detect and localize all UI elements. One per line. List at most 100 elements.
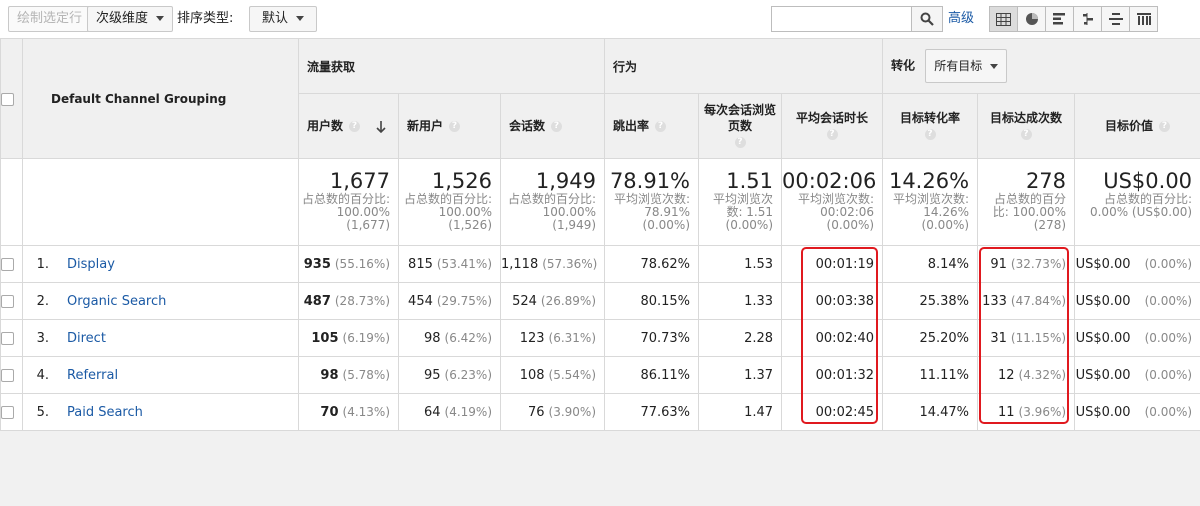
- value: 64: [423, 404, 441, 420]
- total-sub: 平均浏览次数: 1.51 (0.00%): [713, 192, 774, 232]
- cell-new-users: 98 (6.42%): [398, 319, 501, 357]
- view-switcher: [989, 6, 1158, 32]
- cell-sessions: 524 (26.89%): [499, 282, 606, 320]
- percent: (57.36%): [542, 256, 598, 271]
- total-value: 278: [1025, 169, 1067, 193]
- plot-rows-button[interactable]: 绘制选定行: [8, 6, 92, 32]
- total-bounce-rate: 78.91% 平均浏览次数: 78.91% (0.00%): [604, 158, 700, 246]
- value: 524: [512, 293, 537, 309]
- search-input[interactable]: [772, 7, 914, 30]
- value: US$0.00: [1075, 367, 1131, 383]
- help-icon[interactable]: ?: [655, 121, 667, 132]
- pie-view-icon: [1025, 13, 1038, 25]
- value: 815: [408, 256, 433, 272]
- cell-goal-conversion-rate: 25.38%: [882, 282, 979, 320]
- total-value: US$0.00: [1103, 169, 1193, 193]
- value: 487: [303, 293, 331, 309]
- col-header-avg-session-duration[interactable]: 平均会话时长?: [781, 93, 884, 159]
- table-view-icon: [996, 12, 1011, 26]
- row-checkbox[interactable]: [1, 405, 14, 419]
- cell-bounce-rate: 78.62%: [604, 245, 700, 283]
- total-goal-value: US$0.00 占总数的百分比: 0.00% (US$0.00): [1074, 158, 1200, 246]
- percent: (5.54%): [548, 367, 597, 382]
- value: 76: [527, 404, 545, 420]
- sort-down-arrow-icon: [376, 120, 386, 133]
- total-sub: 占总数的百分比: 100.00% (1,949): [507, 192, 597, 232]
- col-label: 新用户: [407, 119, 444, 133]
- channel-link[interactable]: Paid Search: [67, 405, 143, 420]
- col-header-pages-per-session[interactable]: 每次会话浏览页数?: [698, 93, 783, 159]
- totals-row: 1,677 占总数的百分比: 100.00% (1,677) 1,526 占总数的百…: [0, 158, 1200, 246]
- pie-view-button[interactable]: [1017, 6, 1046, 32]
- col-header-goal-conversion-rate[interactable]: 目标转化率?: [882, 93, 979, 159]
- col-label: 每次会话浏览页数: [704, 103, 777, 133]
- channel-link[interactable]: Direct: [67, 331, 106, 346]
- advanced-link[interactable]: 高级: [948, 6, 974, 32]
- sort-type-dropdown[interactable]: 默认: [249, 6, 317, 32]
- cell-pages-per-session: 1.37: [698, 356, 783, 394]
- row-checkbox-cell: [0, 319, 23, 357]
- table-view-button[interactable]: [989, 6, 1018, 32]
- channel-link[interactable]: Display: [67, 257, 115, 272]
- col-header-bounce-rate[interactable]: 跳出率?: [604, 93, 700, 159]
- comparison-view-icon: [1082, 13, 1093, 25]
- cell-users: 935 (55.16%): [298, 245, 399, 283]
- help-icon[interactable]: ?: [1020, 129, 1032, 140]
- row-checkbox[interactable]: [1, 368, 14, 382]
- percent: (28.73%): [334, 293, 390, 308]
- select-all-checkbox[interactable]: [1, 92, 14, 106]
- secondary-dimension-dropdown[interactable]: 次级维度: [87, 6, 174, 32]
- cell-goal-conversion-rate: 25.20%: [882, 319, 979, 357]
- help-icon[interactable]: ?: [1159, 121, 1171, 132]
- value: 1.47: [744, 404, 774, 420]
- row-checkbox-cell: [0, 282, 23, 320]
- help-icon[interactable]: ?: [349, 121, 361, 132]
- percent: (6.31%): [548, 330, 597, 345]
- cell-goal-conversion-rate: 14.47%: [882, 393, 979, 431]
- percent: (4.19%): [444, 404, 492, 419]
- percent: (6.23%): [444, 367, 492, 382]
- row-name-cell: 3. Direct: [22, 319, 299, 357]
- value: 1.37: [744, 367, 774, 383]
- totals-checkbox-cell: [0, 158, 23, 246]
- performance-view-button[interactable]: [1045, 6, 1074, 32]
- channel-link[interactable]: Referral: [67, 368, 118, 383]
- comparison-view-button[interactable]: [1073, 6, 1102, 32]
- totals-label-cell: [22, 158, 299, 246]
- channel-link[interactable]: Organic Search: [67, 294, 166, 309]
- col-header-goal-value[interactable]: 目标价值?: [1074, 93, 1200, 159]
- row-checkbox[interactable]: [1, 257, 14, 271]
- percent: (53.41%): [436, 256, 492, 271]
- cell-goal-value: US$0.00 (0.00%): [1074, 245, 1200, 283]
- percent: (4.13%): [342, 404, 390, 419]
- col-header-goal-completions[interactable]: 目标达成次数?: [977, 93, 1076, 159]
- value: 1.33: [744, 293, 774, 309]
- sort-type-label: 排序类型:: [177, 11, 234, 26]
- col-header-users[interactable]: 用户数?: [298, 93, 399, 159]
- value: 935: [303, 256, 331, 272]
- help-icon[interactable]: ?: [734, 137, 746, 148]
- performance-view-icon: [1052, 13, 1065, 25]
- percent: (0.00%): [1144, 367, 1193, 382]
- pivot-view-button[interactable]: [1129, 6, 1158, 32]
- row-checkbox[interactable]: [1, 331, 14, 345]
- dimension-header[interactable]: Default Channel Grouping: [22, 38, 299, 159]
- help-icon[interactable]: ?: [826, 129, 838, 140]
- help-icon[interactable]: ?: [449, 121, 461, 132]
- col-label: 会话数: [509, 119, 546, 133]
- search-button[interactable]: [911, 7, 942, 31]
- col-header-sessions[interactable]: 会话数?: [499, 93, 606, 159]
- value: 98: [320, 367, 339, 383]
- value: 80.15%: [640, 293, 691, 309]
- col-label: 跳出率: [613, 119, 650, 133]
- total-value: 14.26%: [888, 169, 970, 193]
- help-icon[interactable]: ?: [924, 129, 936, 140]
- col-header-new-users[interactable]: 新用户?: [398, 93, 501, 159]
- cell-bounce-rate: 77.63%: [604, 393, 700, 431]
- goal-dropdown[interactable]: 所有目标: [925, 49, 1008, 83]
- row-checkbox[interactable]: [1, 294, 14, 308]
- help-icon[interactable]: ?: [551, 121, 563, 132]
- value: 70: [320, 404, 339, 420]
- percent: (6.42%): [444, 330, 492, 345]
- term-cloud-view-button[interactable]: [1101, 6, 1130, 32]
